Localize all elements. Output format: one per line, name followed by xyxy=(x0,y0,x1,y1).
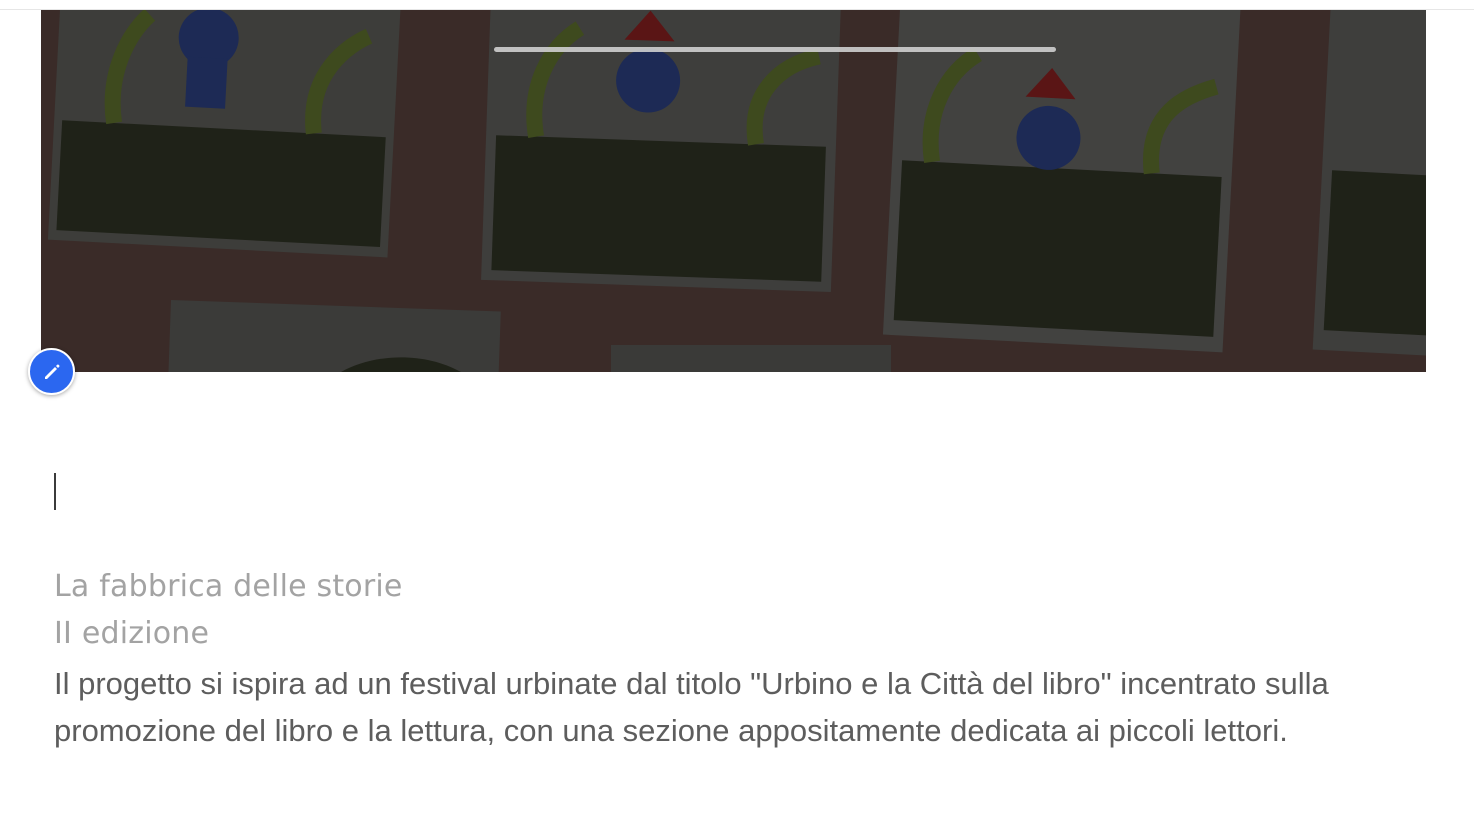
project-subtitle: II edizione xyxy=(54,616,210,651)
pencil-icon xyxy=(44,364,59,379)
hero-image[interactable] xyxy=(41,10,1426,372)
poster-collage-image xyxy=(41,10,1426,372)
project-description[interactable]: Il progetto si ispira ad un festival urb… xyxy=(54,660,1414,754)
text-cursor xyxy=(54,473,56,510)
project-title: La fabbrica delle storie xyxy=(54,569,403,604)
edit-button[interactable] xyxy=(28,348,75,395)
drag-handle[interactable] xyxy=(494,47,1056,52)
